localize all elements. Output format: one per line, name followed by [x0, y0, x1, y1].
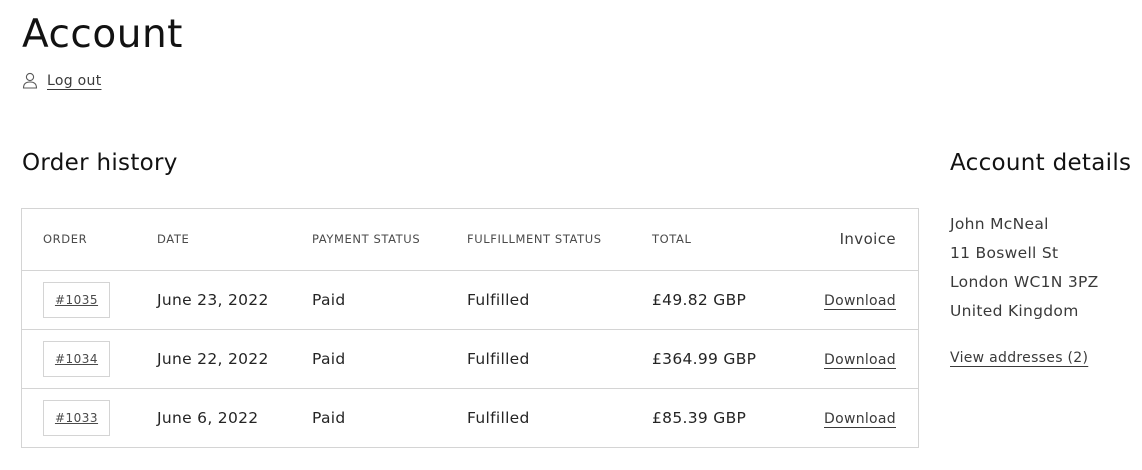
order-date: June 23, 2022	[157, 270, 312, 330]
order-history-table: ORDER DATE PAYMENT STATUS FULFILLMENT ST…	[21, 208, 919, 448]
address-street: 11 Boswell St	[950, 244, 1059, 262]
table-header-row: ORDER DATE PAYMENT STATUS FULFILLMENT ST…	[22, 209, 918, 271]
column-header-total: TOTAL	[652, 209, 802, 271]
fulfillment-status: Fulfilled	[467, 408, 530, 427]
download-invoice-link[interactable]: Download	[824, 411, 896, 427]
order-total: £49.82 GBP	[652, 270, 802, 330]
download-invoice-link[interactable]: Download	[824, 352, 896, 368]
logout-link[interactable]: Log out	[47, 73, 101, 89]
payment-status: Paid	[312, 270, 467, 330]
page-title: Account	[22, 12, 183, 57]
account-details-title: Account details	[950, 150, 1132, 176]
table-row: #1034 June 22, 2022 Paid Fulfilled £364.…	[22, 329, 918, 389]
order-date: June 22, 2022	[157, 329, 312, 389]
fulfillment-status: Fulfilled	[467, 329, 652, 389]
download-invoice-link[interactable]: Download	[824, 293, 896, 309]
order-number-link[interactable]: #1034	[43, 340, 110, 377]
column-header-order: ORDER	[22, 209, 157, 271]
order-history-title: Order history	[22, 150, 178, 176]
payment-status: Paid	[312, 329, 467, 389]
column-header-date: DATE	[157, 209, 312, 271]
table-row: #1033 June 6, 2022 Paid Fulfilled £85.39…	[22, 388, 918, 447]
table-row: #1035 June 23, 2022 Paid Fulfilled £49.8…	[22, 270, 918, 330]
order-number-link[interactable]: #1035	[43, 281, 110, 318]
fulfillment-status: Fulfilled	[467, 270, 652, 330]
view-addresses-link[interactable]: View addresses (2)	[950, 350, 1088, 366]
order-date: June 6, 2022	[157, 408, 259, 427]
order-total: £364.99 GBP	[652, 329, 802, 389]
order-total: £85.39 GBP	[652, 408, 747, 427]
column-header-fulfillment-status: FULFILLMENT STATUS	[467, 209, 652, 271]
column-header-invoice: Invoice	[802, 209, 918, 271]
payment-status: Paid	[312, 408, 346, 427]
address-name: John McNeal	[950, 215, 1049, 233]
logout-row: Log out	[22, 72, 101, 89]
account-address: John McNeal 11 Boswell St London WC1N 3P…	[950, 212, 1099, 328]
user-icon	[22, 72, 38, 89]
address-city-postcode: London WC1N 3PZ	[950, 273, 1099, 291]
address-country: United Kingdom	[950, 302, 1079, 320]
column-header-payment-status: PAYMENT STATUS	[312, 209, 467, 271]
order-number-link[interactable]: #1033	[43, 399, 110, 436]
